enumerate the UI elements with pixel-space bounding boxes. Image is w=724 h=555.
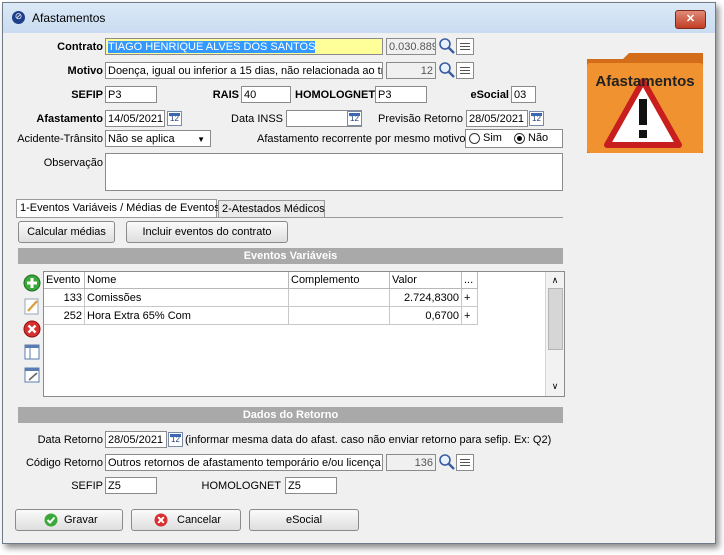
data-inss-label: Data INSS bbox=[231, 113, 283, 125]
delete-icon[interactable] bbox=[23, 320, 41, 338]
checkmark-icon bbox=[44, 513, 58, 527]
add-icon[interactable] bbox=[23, 274, 41, 292]
radio-nao-label: Não bbox=[528, 132, 549, 144]
sefip-label: SEFIP bbox=[71, 89, 103, 101]
recorrente-radio-group: Sim Não bbox=[465, 129, 563, 148]
cell-nome: Comissões bbox=[85, 289, 289, 307]
rais-input[interactable]: 40 bbox=[241, 86, 291, 103]
cancelar-button[interactable]: Cancelar bbox=[131, 509, 241, 531]
recorrente-label: Afastamento recorrente por mesmo motivo bbox=[257, 133, 466, 145]
chevron-up-icon[interactable]: ∧ bbox=[546, 272, 564, 288]
retorno-sefip-input[interactable]: Z5 bbox=[105, 477, 157, 494]
acidente-transito-label: Acidente-Trânsito bbox=[17, 133, 103, 145]
afastamento-date-input[interactable]: 14/05/2021 bbox=[105, 110, 165, 127]
retorno-section-header: Dados do Retorno bbox=[18, 407, 563, 423]
tab-divider bbox=[16, 217, 563, 218]
cell-expand[interactable]: + bbox=[462, 289, 478, 307]
cell-complemento[interactable] bbox=[289, 289, 390, 307]
observacao-textarea[interactable] bbox=[105, 153, 563, 191]
sefip-input[interactable]: P3 bbox=[105, 86, 157, 103]
column-header-nome[interactable]: Nome bbox=[85, 272, 289, 289]
search-icon[interactable] bbox=[438, 37, 456, 55]
previsao-retorno-input[interactable]: 28/05/2021 bbox=[466, 110, 528, 127]
grid-scrollbar[interactable]: ∧ ∨ bbox=[545, 272, 564, 396]
contrato-input[interactable]: TIAGO HENRIQUE ALVES DOS SANTOS bbox=[105, 38, 383, 55]
edit-icon[interactable] bbox=[23, 297, 41, 315]
data-retorno-hint: (informar mesma data do afast. caso não … bbox=[185, 434, 552, 446]
close-icon: ✕ bbox=[685, 13, 696, 25]
calendar-icon[interactable]: 12 bbox=[168, 432, 183, 447]
chevron-down-icon[interactable]: ∨ bbox=[546, 378, 564, 394]
list-icon[interactable] bbox=[456, 454, 474, 471]
contrato-code: 0.030.889 bbox=[386, 38, 436, 55]
afastamentos-window: ⊘ Afastamentos ✕ Contrato TIAGO HENRIQUE… bbox=[2, 2, 716, 544]
chevron-down-icon: ▼ bbox=[197, 135, 205, 144]
search-icon[interactable] bbox=[438, 61, 456, 79]
form-content: Contrato TIAGO HENRIQUE ALVES DOS SANTOS… bbox=[9, 33, 709, 536]
cell-evento: 133 bbox=[44, 289, 85, 307]
gravar-button[interactable]: Gravar bbox=[15, 509, 123, 531]
calendar-icon[interactable]: 12 bbox=[529, 111, 544, 126]
columns-icon[interactable] bbox=[23, 343, 41, 361]
esocial-button[interactable]: eSocial bbox=[249, 509, 359, 531]
previsao-retorno-label: Previsão Retorno bbox=[378, 113, 463, 125]
homolognet-label: HOMOLOGNET bbox=[295, 89, 376, 101]
radio-sim-label: Sim bbox=[483, 132, 502, 144]
codigo-retorno-input[interactable]: Outros retornos de afastamento temporári… bbox=[105, 454, 383, 471]
eventos-section-header: Eventos Variáveis bbox=[18, 248, 563, 264]
scrollbar-thumb[interactable] bbox=[548, 288, 563, 350]
tab-atestados-medicos[interactable]: 2-Atestados Médicos bbox=[218, 200, 325, 218]
retorno-homolognet-input[interactable]: Z5 bbox=[285, 477, 337, 494]
motivo-label: Motivo bbox=[67, 65, 103, 77]
tab-eventos-variaveis[interactable]: 1-Eventos Variáveis / Médias de Eventos bbox=[16, 199, 220, 218]
motivo-code: 12 bbox=[386, 62, 436, 79]
data-retorno-label: Data Retorno bbox=[37, 434, 103, 446]
calendar-icon[interactable]: 12 bbox=[347, 111, 362, 126]
data-retorno-input[interactable]: 28/05/2021 bbox=[105, 431, 167, 448]
cell-complemento[interactable] bbox=[289, 307, 390, 325]
list-icon[interactable] bbox=[456, 62, 474, 79]
gravar-label: Gravar bbox=[64, 514, 98, 526]
motivo-input[interactable]: Doença, igual ou inferior a 15 dias, não… bbox=[105, 62, 383, 79]
cell-evento: 252 bbox=[44, 307, 85, 325]
radio-sim[interactable] bbox=[469, 133, 480, 144]
incluir-eventos-button[interactable]: Incluir eventos do contrato bbox=[126, 221, 288, 243]
rais-label: RAIS bbox=[212, 89, 239, 101]
observacao-label: Observação bbox=[43, 157, 103, 169]
column-header-actions[interactable]: ... bbox=[462, 272, 478, 289]
close-button[interactable]: ✕ bbox=[675, 10, 706, 29]
esocial-input[interactable]: 03 bbox=[511, 86, 536, 103]
codigo-retorno-label: Código Retorno bbox=[25, 457, 103, 469]
afastamentos-folder-icon bbox=[587, 53, 703, 153]
window-title: Afastamentos bbox=[32, 11, 106, 25]
contrato-label: Contrato bbox=[57, 41, 103, 53]
cell-expand[interactable]: + bbox=[462, 307, 478, 325]
retorno-sefip-label: SEFIP bbox=[71, 480, 103, 492]
eventos-grid: Evento Nome Complemento Valor ... 133 Co… bbox=[43, 271, 565, 397]
app-icon: ⊘ bbox=[12, 11, 25, 24]
badge-text: Afastamentos bbox=[595, 73, 695, 90]
codigo-retorno-code: 136 bbox=[386, 454, 436, 471]
search-icon[interactable] bbox=[438, 453, 456, 471]
column-header-complemento[interactable]: Complemento bbox=[289, 272, 390, 289]
calcular-medias-button[interactable]: Calcular médias bbox=[18, 221, 115, 243]
acidente-transito-select[interactable]: Não se aplica ▼ bbox=[105, 130, 211, 147]
cancel-icon bbox=[154, 513, 168, 527]
calendar-icon[interactable]: 12 bbox=[167, 111, 182, 126]
homolognet-input[interactable]: P3 bbox=[375, 86, 427, 103]
grid-edit-icon[interactable] bbox=[23, 366, 41, 384]
list-icon[interactable] bbox=[456, 38, 474, 55]
cell-valor[interactable]: 2.724,8300 bbox=[390, 289, 462, 307]
column-header-valor[interactable]: Valor bbox=[390, 272, 462, 289]
cell-nome: Hora Extra 65% Com bbox=[85, 307, 289, 325]
column-header-evento[interactable]: Evento bbox=[44, 272, 85, 289]
cell-valor[interactable]: 0,6700 bbox=[390, 307, 462, 325]
retorno-homolognet-label: HOMOLOGNET bbox=[201, 480, 281, 492]
title-bar: ⊘ Afastamentos ✕ bbox=[3, 3, 715, 33]
esocial-label: eSocial bbox=[470, 89, 509, 101]
afastamento-label: Afastamento bbox=[36, 113, 103, 125]
radio-nao[interactable] bbox=[514, 133, 525, 144]
cancelar-label: Cancelar bbox=[177, 514, 222, 526]
